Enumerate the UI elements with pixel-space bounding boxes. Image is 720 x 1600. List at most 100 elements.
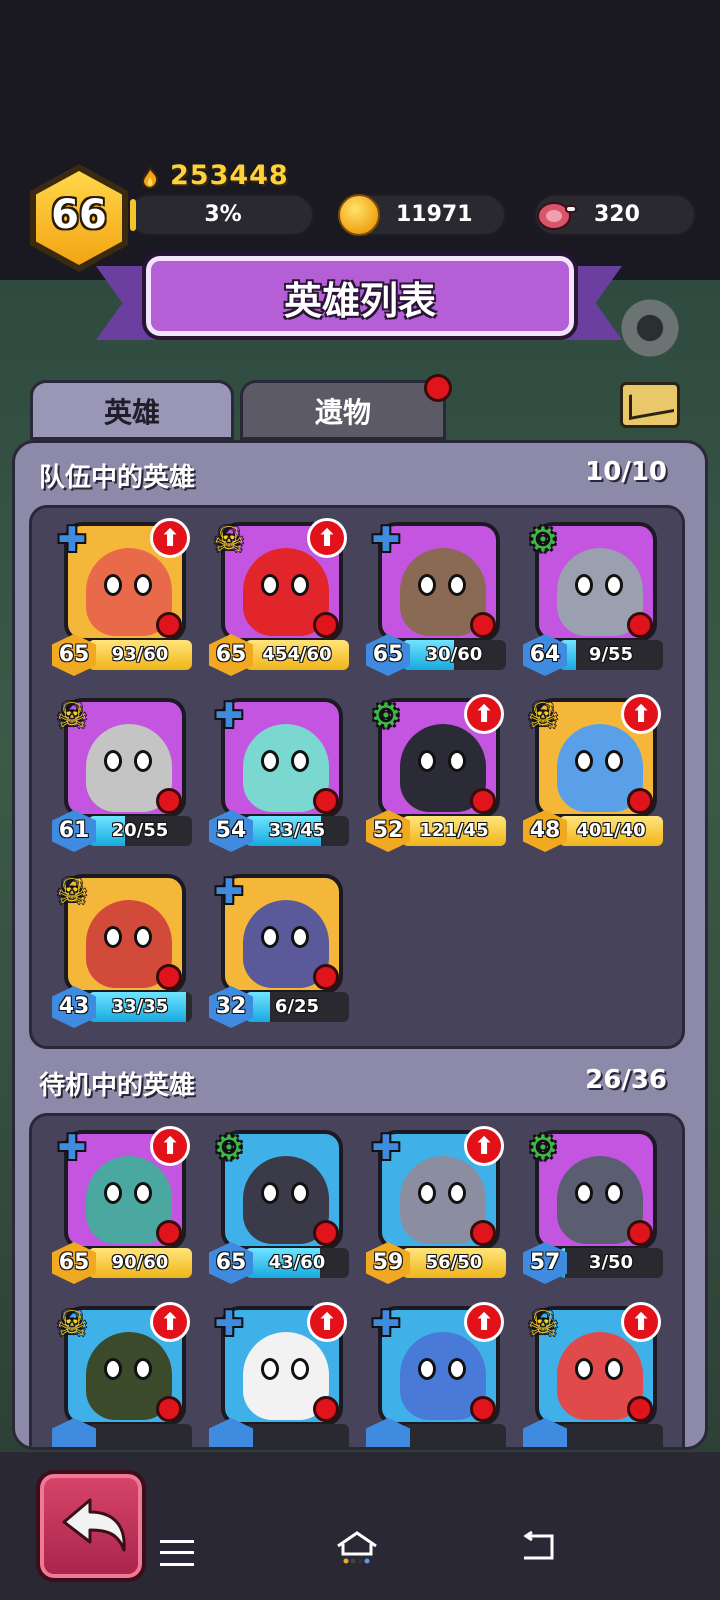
blue-cross-class-icon: ✚ — [57, 1128, 87, 1168]
hero-shard-count: 43/60 — [268, 1252, 326, 1273]
hero-notification-dot — [156, 964, 182, 990]
hero-shard-bar — [559, 1424, 663, 1447]
hero-shard-bar: 6/25 — [245, 992, 349, 1022]
hero-eye — [261, 750, 279, 772]
standby-hero-grid: ✚ ⬆ 90/60 65 ⚙ 43/60 65 ✚ ⬆ 56/50 59 ⚙ 3/50 57 ☠ ⬆ ✚ ⬆ ✚ ⬆ ☠… — [29, 1113, 685, 1447]
hero-card[interactable]: ⚙ ⬆ 121/45 52 — [364, 694, 508, 864]
hero-shard-count: 454/60 — [262, 644, 332, 665]
hero-shard-bar: 30/60 — [402, 640, 506, 670]
upgrade-arrow-icon: ⬆ — [150, 1126, 190, 1166]
hero-eye — [104, 750, 122, 772]
relics-notification-dot — [424, 374, 452, 402]
hero-card[interactable]: ✚ ⬆ 56/50 59 — [364, 1126, 508, 1296]
hero-eye — [605, 1182, 623, 1204]
upgrade-arrow-icon: ⬆ — [621, 1302, 661, 1342]
hero-notification-dot — [156, 612, 182, 638]
system-menu-icon[interactable] — [160, 1540, 194, 1566]
hero-card[interactable]: ☠ ⬆ 454/60 65 — [207, 518, 351, 688]
hero-shard-count: 93/60 — [111, 644, 169, 665]
hero-card[interactable]: ✚ 30/60 65 — [364, 518, 508, 688]
upgrade-arrow-icon: ⬆ — [150, 518, 190, 558]
gold-amount: 11971 — [396, 202, 473, 227]
hero-card[interactable]: ☠ 20/55 61 — [50, 694, 194, 864]
hero-notification-dot — [156, 1220, 182, 1246]
hero-notification-dot — [627, 612, 653, 638]
yellow-skull-class-icon: ☠ — [56, 696, 88, 736]
hero-card[interactable]: ✚ ⬆ — [207, 1302, 351, 1447]
hero-shard-bar: 9/55 — [559, 640, 663, 670]
hero-notification-dot — [156, 1396, 182, 1422]
hero-eye — [418, 574, 436, 596]
hero-card[interactable]: ✚ ⬆ — [364, 1302, 508, 1447]
hero-notification-dot — [313, 788, 339, 814]
hero-shard-bar: 401/40 — [559, 816, 663, 846]
hero-card[interactable]: ⚙ 9/55 64 — [521, 518, 665, 688]
hero-shard-bar: 121/45 — [402, 816, 506, 846]
tab-relics[interactable]: 遗物 — [240, 380, 446, 440]
blue-cross-class-icon: ✚ — [371, 1128, 401, 1168]
flame-icon — [141, 166, 159, 190]
hero-eye — [291, 1358, 309, 1380]
hero-eye — [605, 750, 623, 772]
hero-shard-count: 20/55 — [111, 820, 169, 841]
standby-section-title: 待机中的英雄 — [39, 1071, 196, 1101]
hero-card[interactable]: ☠ ⬆ — [50, 1302, 194, 1447]
yellow-skull-class-icon: ☠ — [56, 1304, 88, 1344]
hero-card[interactable]: ☠ 33/35 43 — [50, 870, 194, 1040]
green-gear-class-icon: ⚙ — [213, 1128, 245, 1168]
upgrade-arrow-icon: ⬆ — [307, 1302, 347, 1342]
hero-list-panel[interactable]: 队伍中的英雄 10/10 ✚ ⬆ 93/60 65 ☠ ⬆ 454/60 65 ✚ 30/60 65… — [12, 440, 708, 1450]
hero-card[interactable]: ☠ ⬆ 401/40 48 — [521, 694, 665, 864]
hero-shard-bar: 93/60 — [88, 640, 192, 670]
settings-gear-icon[interactable] — [618, 296, 682, 360]
hero-shard-bar: 20/55 — [88, 816, 192, 846]
hero-shard-bar: 43/60 — [245, 1248, 349, 1278]
hero-card[interactable]: ⚙ 3/50 57 — [521, 1126, 665, 1296]
green-gear-class-icon: ⚙ — [527, 1128, 559, 1168]
upgrade-arrow-icon: ⬆ — [464, 694, 504, 734]
hero-eye — [261, 1182, 279, 1204]
player-level: 66 — [51, 192, 107, 238]
back-arrow-icon — [62, 1498, 126, 1552]
mail-icon[interactable] — [620, 382, 680, 428]
hero-card[interactable]: ☠ ⬆ — [521, 1302, 665, 1447]
hero-shard-bar — [88, 1424, 192, 1447]
team-section-title: 队伍中的英雄 — [39, 463, 196, 493]
standby-section-count: 26/36 — [585, 1065, 667, 1095]
team-hero-grid: ✚ ⬆ 93/60 65 ☠ ⬆ 454/60 65 ✚ 30/60 65 ⚙ 9/55 64 ☠ 20/55… — [29, 505, 685, 1049]
hero-card[interactable]: ✚ 33/45 54 — [207, 694, 351, 864]
hero-eye — [605, 1358, 623, 1380]
yellow-skull-class-icon: ☠ — [213, 520, 245, 560]
tab-heroes-label: 英雄 — [103, 396, 160, 429]
tab-relics-label: 遗物 — [314, 396, 371, 429]
hero-eye — [605, 574, 623, 596]
hero-eye — [575, 1358, 593, 1380]
hero-shard-bar: 90/60 — [88, 1248, 192, 1278]
hero-card[interactable]: ⚙ 43/60 65 — [207, 1126, 351, 1296]
hero-eye — [261, 1358, 279, 1380]
hero-notification-dot — [470, 1396, 496, 1422]
yellow-skull-class-icon: ☠ — [527, 696, 559, 736]
hero-card[interactable]: ✚ ⬆ 93/60 65 — [50, 518, 194, 688]
hero-shard-bar — [402, 1424, 506, 1447]
hero-eye — [134, 1182, 152, 1204]
meat-icon — [537, 202, 577, 230]
hero-notification-dot — [627, 1220, 653, 1246]
system-home-icon[interactable] — [334, 1530, 380, 1564]
upgrade-arrow-icon: ⬆ — [464, 1126, 504, 1166]
page-title: 英雄列表 — [283, 279, 436, 323]
system-back-icon[interactable] — [520, 1530, 556, 1564]
tab-heroes[interactable]: 英雄 — [30, 380, 234, 440]
blue-cross-class-icon: ✚ — [214, 872, 244, 912]
blue-cross-class-icon: ✚ — [214, 696, 244, 736]
hero-card[interactable]: ✚ 6/25 32 — [207, 870, 351, 1040]
back-button[interactable] — [36, 1470, 146, 1582]
hero-eye — [134, 1358, 152, 1380]
yellow-skull-class-icon: ☠ — [56, 872, 88, 912]
meat-amount: 320 — [594, 202, 640, 227]
hero-eye — [104, 574, 122, 596]
hero-card[interactable]: ✚ ⬆ 90/60 65 — [50, 1126, 194, 1296]
hero-eye — [418, 750, 436, 772]
hero-shard-count: 90/60 — [111, 1252, 169, 1273]
upgrade-arrow-icon: ⬆ — [150, 1302, 190, 1342]
